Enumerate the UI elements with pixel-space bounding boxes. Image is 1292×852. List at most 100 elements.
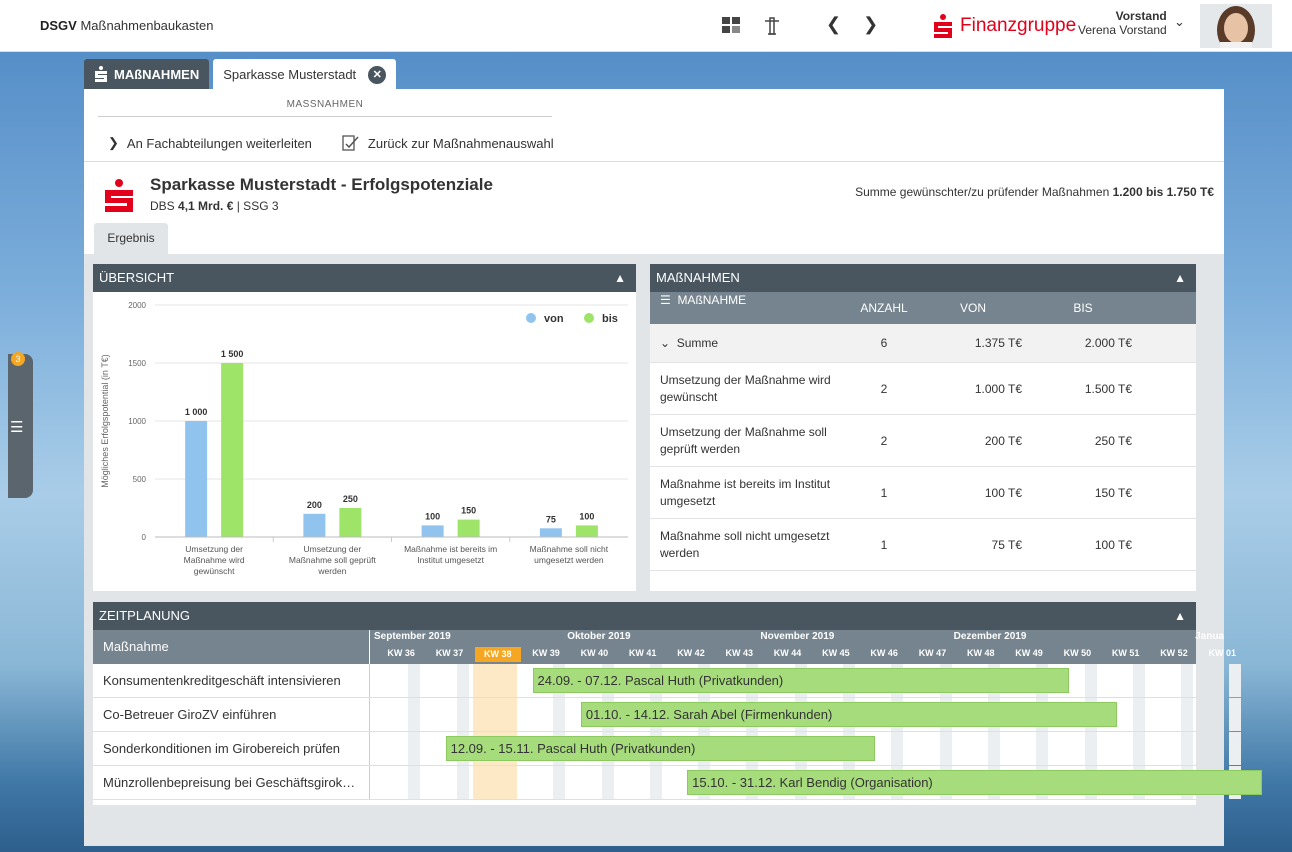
user-info[interactable]: Vorstand Verena Vorstand	[1078, 9, 1167, 37]
brand-text: Maßnahmenbaukasten	[80, 18, 214, 33]
week-label: KW 45	[822, 648, 850, 658]
week-label: KW 40	[580, 648, 609, 658]
measure-count: 2	[880, 381, 888, 396]
week-stripe	[408, 664, 421, 697]
summe-count: 6	[880, 336, 888, 350]
x-tick-label: umgesetzt werden	[534, 555, 604, 565]
close-icon[interactable]: ✕	[368, 65, 387, 84]
measure-von: 100 T€	[984, 485, 1022, 500]
measures-header: MAßNAHMEN ▲	[650, 264, 1196, 292]
col-bis[interactable]: BIS	[1034, 292, 1144, 324]
week-stripe	[939, 732, 952, 765]
week-label: KW 36	[387, 648, 415, 658]
checklist-icon[interactable]	[342, 134, 360, 152]
collapse-icon[interactable]: ▲	[614, 264, 626, 292]
week-stripe	[1084, 664, 1097, 697]
col-anzahl[interactable]: ANZAHL	[844, 292, 924, 324]
week-label: KW 42	[677, 648, 705, 658]
week-stripe	[1132, 732, 1145, 765]
legend-marker	[526, 313, 536, 323]
gantt-task-name[interactable]: Konsumentenkreditgeschäft intensivieren	[93, 664, 370, 697]
ssg-value: | SSG 3	[236, 199, 279, 213]
measure-label: Maßnahme soll nicht umgesetzt werden	[660, 528, 830, 560]
summe-row[interactable]: ⌄ Summe 6 1.375 T€ 2.000 T€	[650, 324, 1196, 363]
gantt-task-name[interactable]: Münzrollenbepreisung bei Geschäftsgirok…	[93, 766, 370, 799]
week-label: KW 01	[1208, 648, 1236, 658]
menu-icon[interactable]: ☰	[10, 418, 23, 436]
data-label: 200	[307, 500, 322, 510]
collapse-icon[interactable]: ▲	[1174, 264, 1186, 292]
table-row[interactable]: Maßnahme ist bereits im Institut umgeset…	[650, 467, 1196, 519]
col-massnahme[interactable]: ☰ MAßNAHME	[650, 292, 844, 324]
week-stripe	[553, 766, 566, 799]
week-stripe	[553, 698, 566, 731]
month-label: November 2019	[760, 631, 835, 642]
gantt-row[interactable]: Münzrollenbepreisung bei Geschäftsgirok……	[93, 766, 1262, 800]
chevron-down-icon[interactable]: ⌄	[1174, 14, 1185, 30]
gantt-task-name[interactable]: Co-Betreuer GiroZV einführen	[93, 698, 370, 731]
back-to-selection-button[interactable]: Zurück zur Maßnahmenauswahl	[368, 136, 554, 151]
gantt-row[interactable]: Co-Betreuer GiroZV einführen 01.10. - 14.…	[93, 698, 1242, 732]
sparkasse-s-icon	[95, 66, 107, 82]
gantt-task-name[interactable]: Sonderkonditionen im Girobereich prüfen	[93, 732, 370, 765]
col-von[interactable]: VON	[924, 292, 1034, 324]
x-tick-label: Umsetzung der	[185, 544, 243, 554]
collapse-icon[interactable]: ▲	[1174, 602, 1186, 630]
gantt-bar[interactable]: 01.10. - 14.12. Sarah Abel (Firmenkunden…	[580, 702, 1117, 727]
week-label: KW 51	[1111, 648, 1140, 658]
chevron-down-icon[interactable]: ⌄	[660, 336, 670, 350]
x-tick-label: gewünscht	[194, 566, 235, 576]
bar-von	[303, 513, 326, 537]
week-stripe	[408, 766, 421, 799]
gantt-bar[interactable]: 24.09. - 07.12. Pascal Huth (Privatkunde…	[532, 668, 1069, 693]
nav-forward-icon[interactable]: ❯	[863, 14, 878, 35]
header-panel: MASSNAHMEN ❯ An Fachabteilungen weiterle…	[84, 89, 1224, 254]
measure-bis: 250 T€	[1094, 433, 1132, 448]
gantt-track: 12.09. - 15.11. Pascal Huth (Privatkunde…	[370, 732, 1242, 765]
gantt-row[interactable]: Konsumentenkreditgeschäft intensivieren 2…	[93, 664, 1242, 698]
sparkasse-s-icon	[105, 179, 133, 212]
sparkasse-s-icon	[934, 14, 952, 38]
grid-view-icon[interactable]	[722, 17, 742, 35]
current-week-highlight	[472, 664, 517, 697]
chevron-right-icon[interactable]: ❯	[108, 135, 119, 151]
week-label: KW 37	[435, 648, 464, 658]
measure-count: 1	[880, 537, 888, 552]
data-label: 250	[343, 494, 358, 504]
x-tick-label: Umsetzung der	[304, 544, 362, 554]
tab-massnahmen-label: MAßNAHMEN	[114, 66, 200, 82]
week-label: KW 46	[870, 648, 898, 658]
measure-von: 1.000 T€	[974, 381, 1022, 396]
gantt-bar[interactable]: 12.09. - 15.11. Pascal Huth (Privatkunde…	[445, 736, 876, 761]
month-label: Dezember 2019	[953, 631, 1027, 642]
legend-label: bis	[602, 313, 618, 325]
tab-massnahmen[interactable]: MAßNAHMEN	[84, 59, 210, 89]
forward-button[interactable]: An Fachabteilungen weiterleiten	[127, 136, 312, 151]
table-row[interactable]: Umsetzung der Maßnahme wird gewünscht 2 1.…	[650, 363, 1196, 415]
gantt-track: 24.09. - 07.12. Pascal Huth (Privatkunde…	[370, 664, 1242, 697]
bar-von	[421, 525, 444, 537]
summe-label: Summe gewünschter/zu prüfender Maßnahmen	[855, 185, 1110, 199]
y-tick-label: 1000	[128, 417, 146, 426]
week-label: KW 38	[474, 647, 521, 662]
tab-sparkasse-label: Sparkasse Musterstadt	[223, 67, 357, 82]
bar-bis	[575, 525, 598, 537]
table-row[interactable]: Maßnahme soll nicht umgesetzt werden 1 75 …	[650, 519, 1196, 571]
gantt-row[interactable]: Sonderkonditionen im Girobereich prüfen 1…	[93, 732, 1242, 766]
x-tick-label: werden	[317, 566, 346, 576]
brand-bold: DSGV	[40, 18, 77, 33]
gantt-track: 15.10. - 31.12. Karl Bendig (Organisatio…	[370, 766, 1262, 799]
avatar[interactable]	[1200, 4, 1272, 48]
finanzgruppe-logo: Finanzgruppe	[932, 14, 1076, 38]
week-stripe	[1132, 664, 1145, 697]
tab-ergebnis[interactable]: Ergebnis	[94, 223, 168, 254]
tab-sparkasse[interactable]: Sparkasse Musterstadt ✕	[213, 59, 397, 90]
nav-back-icon[interactable]: ❮	[826, 14, 841, 35]
week-stripe	[1181, 664, 1194, 697]
lighthouse-icon[interactable]	[764, 16, 780, 36]
week-stripe	[1229, 664, 1242, 697]
table-row[interactable]: Umsetzung der Maßnahme soll geprüft werd…	[650, 415, 1196, 467]
gantt-bar[interactable]: 15.10. - 31.12. Karl Bendig (Organisatio…	[687, 770, 1262, 795]
app-brand[interactable]: DSGV Maßnahmenbaukasten	[40, 18, 213, 33]
measure-label: Umsetzung der Maßnahme soll geprüft werd…	[660, 424, 827, 456]
